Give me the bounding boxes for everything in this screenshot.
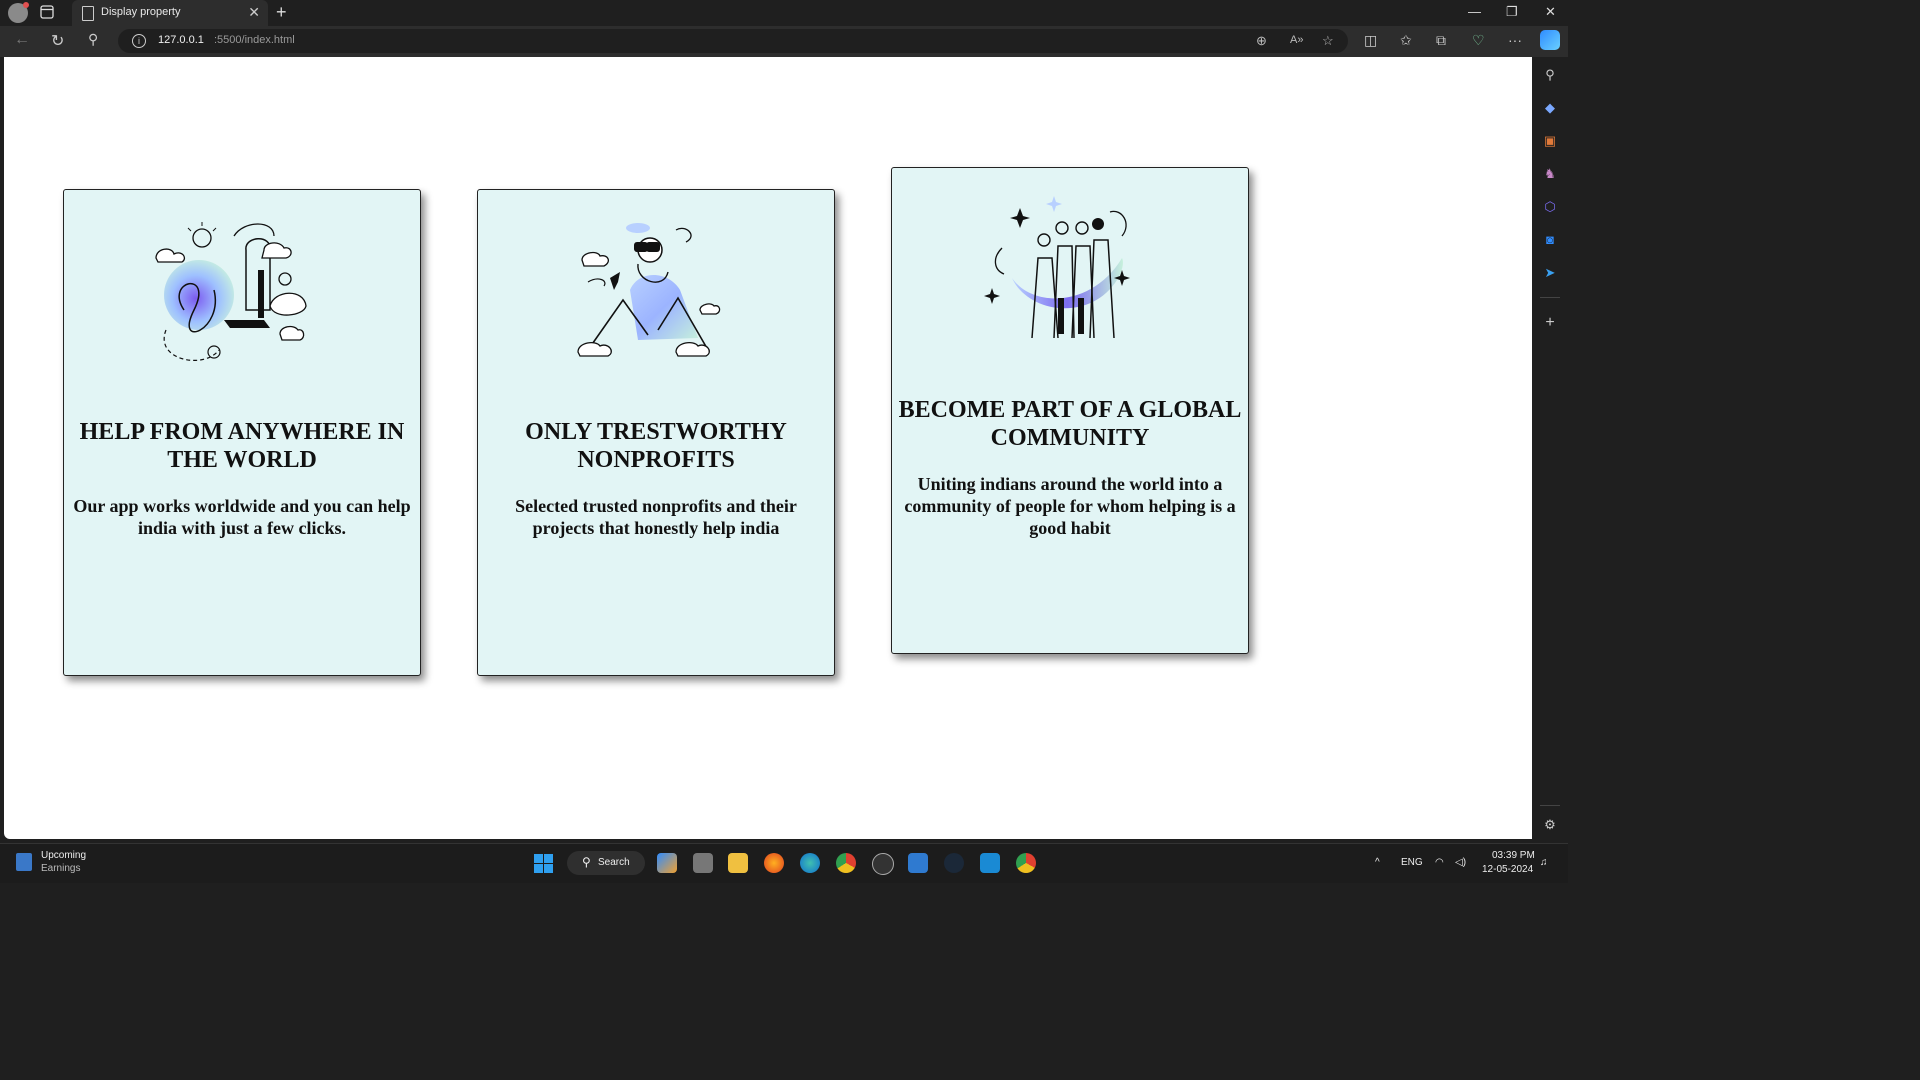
- task-view-icon[interactable]: [693, 853, 713, 873]
- outlook-icon[interactable]: ◙: [1542, 233, 1558, 247]
- widget-title[interactable]: Upcoming: [41, 850, 86, 861]
- copilot-icon[interactable]: [1540, 30, 1560, 50]
- widgets-app-icon[interactable]: [657, 853, 677, 873]
- clock-time[interactable]: 03:39 PM: [1492, 850, 1535, 861]
- tools-briefcase-icon[interactable]: ▣: [1542, 134, 1558, 148]
- tab-actions-icon[interactable]: [40, 5, 58, 21]
- chrome-icon[interactable]: [836, 853, 856, 873]
- sidebar-divider: [1540, 297, 1560, 298]
- collections-icon[interactable]: ⧉: [1436, 32, 1446, 49]
- zoom-icon[interactable]: ⊕: [1256, 33, 1267, 49]
- back-icon[interactable]: ←: [14, 31, 30, 49]
- firefox-icon[interactable]: [764, 853, 784, 873]
- more-options-icon[interactable]: ···: [1508, 32, 1522, 48]
- person-with-laptop-and-globe-illustration: [154, 210, 330, 372]
- stocks-widget-icon[interactable]: [16, 853, 32, 871]
- games-icon[interactable]: ♞: [1542, 167, 1558, 181]
- input-language[interactable]: ENG: [1401, 857, 1423, 868]
- add-sidebar-app-icon[interactable]: +: [1542, 315, 1558, 331]
- refresh-icon[interactable]: ↻: [51, 31, 64, 51]
- url-host: 127.0.0.1: [158, 34, 204, 46]
- card-heading: HELP FROM ANYWHERE IN THE WORLD: [79, 419, 405, 473]
- steam-icon[interactable]: [944, 853, 964, 873]
- sidebar-search-icon[interactable]: ⚲: [1542, 68, 1558, 82]
- browser-sidebar: ⚲ ◆ ▣ ♞ ⬡ ◙ ➤ + ⚙: [1532, 57, 1568, 839]
- profile-avatar[interactable]: [8, 2, 29, 23]
- tab-title: Display property: [101, 6, 181, 18]
- mail-icon[interactable]: [908, 853, 928, 873]
- card-description: Selected trusted nonprofits and their pr…: [515, 496, 797, 538]
- favorites-icon[interactable]: ✩: [1400, 32, 1412, 49]
- card-heading: BECOME PART OF A GLOBAL COMMUNITY: [898, 397, 1242, 451]
- browser-toolbar: ← ↻ ⚲ i 127.0.0.1 :5500/index.html ⊕ A» …: [0, 26, 1568, 57]
- widget-subtitle[interactable]: Earnings: [41, 863, 80, 874]
- page-icon: [82, 6, 94, 21]
- taskbar-search-label: Search: [598, 857, 630, 868]
- person-with-binoculars-on-mountain-illustration: [568, 210, 744, 372]
- card-description: Our app works worldwide and you can help…: [73, 496, 411, 538]
- wifi-icon[interactable]: ◠: [1435, 857, 1444, 868]
- close-tab-icon[interactable]: ✕: [248, 4, 260, 21]
- new-tab-icon[interactable]: +: [276, 2, 287, 23]
- group-of-people-community-illustration: [982, 188, 1158, 350]
- chrome-profile-icon[interactable]: [1016, 853, 1036, 873]
- site-info-icon[interactable]: i: [132, 34, 146, 48]
- show-hidden-icons-chevron-up-icon[interactable]: ^: [1375, 857, 1380, 868]
- vscode-icon[interactable]: [980, 853, 1000, 873]
- search-icon[interactable]: ⚲: [88, 31, 98, 48]
- feature-card-community: BECOME PART OF A GLOBAL COMMUNITY Unitin…: [891, 167, 1249, 654]
- file-explorer-icon[interactable]: [728, 853, 748, 873]
- card-heading: ONLY TRESTWORTHY NONPROFITS: [525, 419, 787, 473]
- read-aloud-icon[interactable]: A»: [1290, 34, 1303, 46]
- close-window-icon[interactable]: ✕: [1545, 4, 1556, 20]
- edge-icon[interactable]: [800, 853, 820, 873]
- taskbar-search-button[interactable]: ⚲ Search: [567, 851, 645, 875]
- clock-date[interactable]: 12-05-2024: [1482, 864, 1533, 875]
- browser-essentials-icon[interactable]: ♡: [1472, 32, 1485, 49]
- sidebar-divider: [1540, 805, 1560, 806]
- restore-icon[interactable]: ❐: [1506, 4, 1518, 20]
- media-player-icon[interactable]: [872, 853, 894, 875]
- notifications-bell-icon[interactable]: ♫: [1540, 857, 1548, 868]
- url-path: :5500/index.html: [214, 34, 295, 46]
- page-viewport: HELP FROM ANYWHERE IN THE WORLD Our app …: [4, 57, 1532, 839]
- microsoft-365-icon[interactable]: ⬡: [1542, 200, 1558, 214]
- browser-title-bar: Display property ✕ + — ❐ ✕: [0, 0, 1568, 26]
- favorite-star-icon[interactable]: ☆: [1322, 33, 1334, 49]
- send-icon[interactable]: ➤: [1542, 266, 1558, 280]
- address-bar[interactable]: i 127.0.0.1 :5500/index.html ⊕ A» ☆: [118, 29, 1348, 53]
- windows-start-icon[interactable]: [534, 854, 553, 873]
- volume-icon[interactable]: ◁): [1455, 857, 1466, 868]
- minimize-icon[interactable]: —: [1468, 4, 1481, 19]
- feature-card-nonprofits: ONLY TRESTWORTHY NONPROFITS Selected tru…: [477, 189, 835, 676]
- browser-tab-active[interactable]: Display property ✕: [72, 0, 268, 26]
- feature-card-worldwide: HELP FROM ANYWHERE IN THE WORLD Our app …: [63, 189, 421, 676]
- shopping-tag-icon[interactable]: ◆: [1542, 101, 1558, 115]
- windows-taskbar: Upcoming Earnings ⚲ Search ^ ENG ◠ ◁) 03…: [0, 843, 1568, 883]
- card-description: Uniting indians around the world into a …: [904, 474, 1236, 538]
- search-icon: ⚲: [582, 855, 591, 869]
- split-screen-icon[interactable]: ◫: [1364, 32, 1377, 49]
- sidebar-settings-gear-icon[interactable]: ⚙: [1542, 818, 1558, 832]
